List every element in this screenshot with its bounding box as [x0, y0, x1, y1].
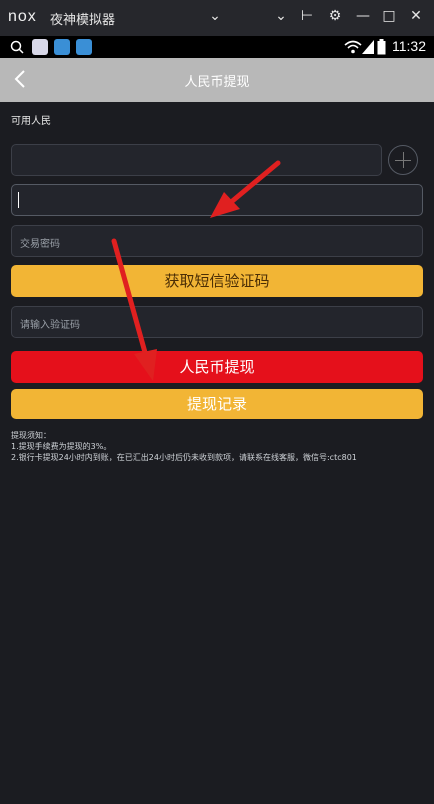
withdraw-button[interactable]: 人民币提现	[11, 351, 423, 383]
close-icon[interactable]: ✕	[407, 8, 425, 24]
app-notification-icon	[32, 39, 48, 55]
pin-icon[interactable]: ⊢	[298, 8, 316, 24]
available-balance-label: 可用人民	[11, 116, 51, 127]
nox-logo: nox	[8, 8, 37, 25]
status-bar: 11:32	[0, 36, 434, 58]
maximize-icon[interactable]: □	[380, 8, 398, 24]
wifi-icon	[344, 40, 362, 54]
signal-icon	[362, 40, 374, 54]
minimize-icon[interactable]: —	[354, 8, 372, 24]
trade-password-input[interactable]: 交易密码	[11, 225, 423, 257]
verification-code-placeholder: 请输入验证码	[20, 320, 80, 331]
add-bank-card-icon[interactable]	[388, 145, 418, 175]
withdraw-amount-input[interactable]	[11, 184, 423, 216]
bank-card-field[interactable]	[11, 144, 382, 176]
battery-icon	[377, 39, 386, 55]
notes-line-2: 2.银行卡提现24小时内到账，在已汇出24小时后仍未收到款项，请联系在线客服，微…	[11, 453, 357, 462]
chevron-down-icon[interactable]: ⌄	[272, 8, 290, 24]
app-notification-icon	[76, 39, 92, 55]
withdraw-records-button[interactable]: 提现记录	[11, 389, 423, 419]
verification-code-input[interactable]: 请输入验证码	[11, 306, 423, 338]
app-notification-icon	[54, 39, 70, 55]
notes-heading: 提现须知：	[11, 431, 51, 440]
get-sms-code-button[interactable]: 获取短信验证码	[11, 265, 423, 297]
notes-line-1: 1.提现手续费为提现的3%。	[11, 442, 112, 451]
settings-icon[interactable]: ⚙	[326, 8, 344, 24]
app-navbar: 人民币提现	[0, 58, 434, 102]
chevron-down-icon[interactable]: ⌄	[206, 8, 224, 24]
trade-password-placeholder: 交易密码	[20, 239, 60, 250]
withdraw-notes: 提现须知： 1.提现手续费为提现的3%。 2.银行卡提现24小时内到账，在已汇出…	[11, 430, 357, 463]
page-title: 人民币提现	[184, 75, 250, 90]
search-icon	[10, 40, 24, 54]
clock: 11:32	[392, 38, 426, 54]
emulator-title: 夜神模拟器	[50, 13, 116, 28]
emulator-titlebar: nox 夜神模拟器 ⌄ ⌄ ⊢ ⚙ — □ ✕	[0, 0, 434, 36]
text-cursor	[18, 192, 19, 208]
